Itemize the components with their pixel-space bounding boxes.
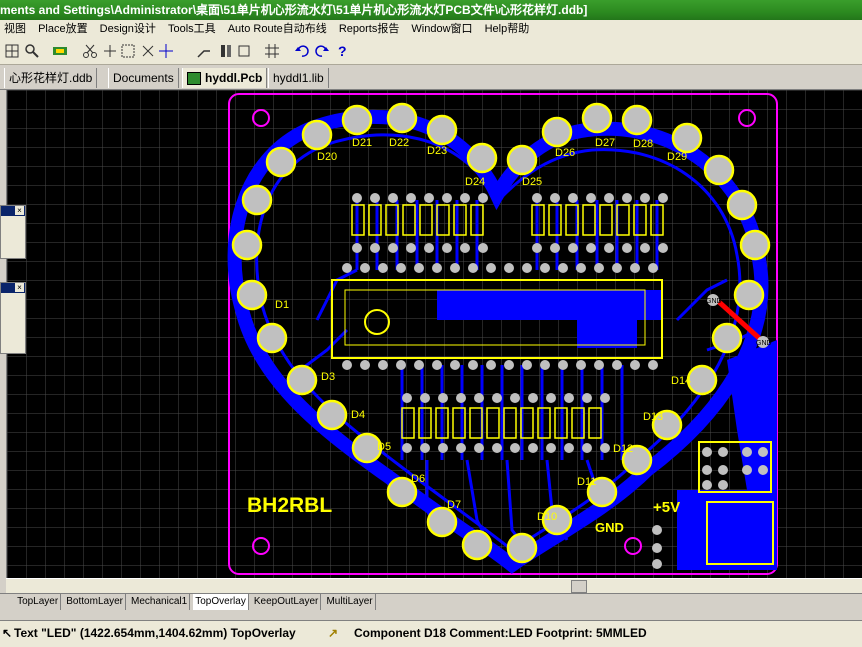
floating-panel-2[interactable]: ×: [0, 282, 26, 354]
tab-ddb[interactable]: 心形花样灯.ddb: [4, 68, 98, 88]
layer-tab-keepoutlayer[interactable]: KeepOutLayer: [252, 594, 322, 610]
status-left-icon: ↖: [2, 626, 13, 640]
status-right-icon: ↗: [328, 626, 339, 640]
menu-view[interactable]: 视图: [0, 20, 31, 39]
menu-reports[interactable]: Reports报告: [335, 20, 405, 39]
label-gnd: GND: [595, 520, 624, 535]
close-icon[interactable]: ×: [15, 283, 24, 292]
layer-tab-topoverlay[interactable]: TopOverlay: [193, 594, 249, 610]
select-icon[interactable]: [120, 43, 136, 59]
led-label: D22: [389, 137, 409, 149]
led-label: D24: [465, 176, 485, 188]
layer-tab-multilayer[interactable]: MultiLayer: [324, 594, 376, 610]
status-text-right: Component D18 Comment:LED Footprint: 5MM…: [354, 626, 647, 640]
move-icon[interactable]: [102, 43, 118, 59]
layer-tab-toplayer[interactable]: TopLayer: [15, 594, 62, 610]
led-label: D14: [671, 375, 691, 387]
led-label: D20: [317, 151, 337, 163]
zoom-icon[interactable]: [24, 43, 40, 59]
help-icon[interactable]: ?: [334, 43, 350, 59]
floating-panel-1[interactable]: ×: [0, 205, 26, 259]
tab-hyddl-pcb-label: hyddl.Pcb: [205, 71, 263, 85]
led-label: D3: [321, 371, 335, 383]
status-bar: ↖ Text "LED" (1422.654mm,1404.62mm) TopO…: [0, 620, 862, 647]
menu-place[interactable]: Place放置: [34, 20, 93, 39]
led-label: D28: [633, 138, 653, 150]
label-vcc: +5V: [653, 499, 680, 516]
led-label: D5: [377, 441, 391, 453]
layer-tab-bottomlayer[interactable]: BottomLayer: [64, 594, 126, 610]
pcb-file-icon: [187, 72, 201, 85]
pcb-drawing: D20 D21 D22 D23 D24 D25 D26 D27 D28 D29 …: [7, 90, 862, 578]
status-text-left: Text "LED" (1422.654mm,1404.62mm) TopOve…: [14, 626, 296, 640]
led-label: D7: [447, 499, 461, 511]
led-label: D6: [411, 473, 425, 485]
toolbar: ?: [0, 39, 862, 65]
undo-icon[interactable]: [294, 43, 310, 59]
menu-tools[interactable]: Tools工具: [164, 20, 221, 39]
led-label: D10: [537, 511, 557, 523]
copper-pour: [437, 290, 662, 320]
menu-window[interactable]: Window窗口: [407, 20, 477, 39]
grid-view-icon[interactable]: [4, 43, 20, 59]
led-label: D1: [275, 299, 289, 311]
route-icon[interactable]: [196, 43, 212, 59]
led-label: D23: [427, 145, 447, 157]
tab-hyddl-pcb[interactable]: hyddl.Pcb: [182, 68, 268, 88]
tab-documents[interactable]: Documents: [108, 68, 179, 88]
layer-tabs: TopLayer BottomLayer Mechanical1 TopOver…: [0, 593, 862, 612]
menu-help[interactable]: Help帮助: [481, 20, 535, 39]
window-title: ments and Settings\Administrator\桌面\51单片…: [0, 3, 588, 17]
horizontal-scrollbar[interactable]: [6, 578, 862, 593]
led-label: D26: [555, 147, 575, 159]
via-label: GND: [706, 298, 722, 305]
cut-icon[interactable]: [82, 43, 98, 59]
redo-icon[interactable]: [314, 43, 330, 59]
led-label: D25: [522, 176, 542, 188]
menu-design[interactable]: Design设计: [96, 20, 161, 39]
led-label: D27: [595, 137, 615, 149]
deselect-icon[interactable]: [140, 43, 156, 59]
menu-autoroute[interactable]: Auto Route自动布线: [224, 20, 332, 39]
led-label: D12: [613, 443, 633, 455]
led-label: D11: [577, 476, 596, 488]
board-label-bh2rbl: BH2RBL: [247, 494, 332, 517]
layer-tab-mechanical1[interactable]: Mechanical1: [129, 594, 191, 610]
led-label: D13: [643, 411, 663, 423]
pcb-canvas[interactable]: D20 D21 D22 D23 D24 D25 D26 D27 D28 D29 …: [6, 90, 862, 578]
svg-text:?: ?: [338, 43, 347, 59]
copper-pour: [577, 318, 637, 348]
scroll-thumb[interactable]: [571, 580, 587, 593]
led-label: D4: [351, 409, 365, 421]
layer-icon[interactable]: [52, 43, 68, 59]
close-icon[interactable]: ×: [15, 206, 24, 215]
menu-bar: 视图 Place放置 Design设计 Tools工具 Auto Route自动…: [0, 20, 862, 39]
tab-hyddl1-lib[interactable]: hyddl1.lib: [268, 68, 329, 88]
library-icon[interactable]: [218, 43, 234, 59]
via-label: GND: [756, 340, 772, 347]
led-label: D21: [352, 137, 372, 149]
title-bar: ments and Settings\Administrator\桌面\51单片…: [0, 0, 862, 20]
led-label: D29: [667, 151, 687, 163]
component-icon[interactable]: [236, 43, 252, 59]
document-tabs: 心形花样灯.ddb Documents hyddl.Pcb hyddl1.lib: [0, 65, 862, 90]
crosshair-icon[interactable]: [158, 43, 174, 59]
grid-icon[interactable]: [264, 43, 280, 59]
